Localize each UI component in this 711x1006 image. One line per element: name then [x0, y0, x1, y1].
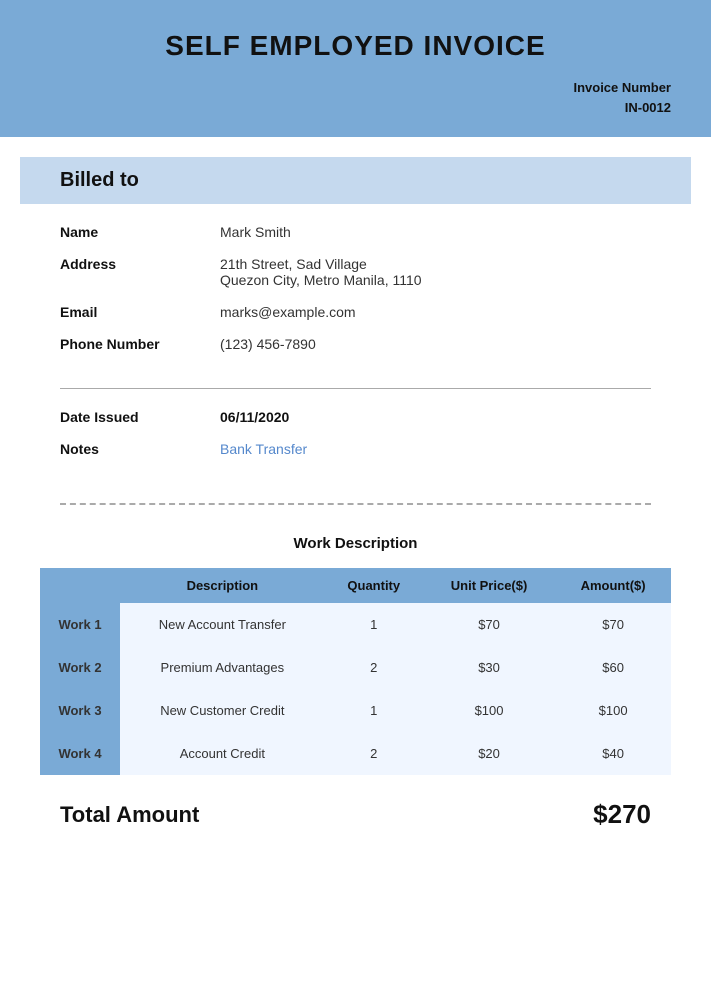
notes-label: Notes	[60, 441, 220, 457]
table-row: Work 1 New Account Transfer 1 $70 $70	[40, 603, 671, 646]
work-label-3: Work 3	[40, 689, 120, 732]
col-header-empty	[40, 568, 120, 603]
phone-value: (123) 456-7890	[220, 336, 316, 352]
address-value: 21th Street, Sad Village Quezon City, Me…	[220, 256, 422, 288]
invoice-number-label: Invoice Number	[573, 80, 671, 95]
work-unit-price-2: $30	[423, 646, 555, 689]
work-label-4: Work 4	[40, 732, 120, 775]
col-header-amount: Amount($)	[555, 568, 671, 603]
work-quantity-1: 1	[325, 603, 423, 646]
work-amount-1: $70	[555, 603, 671, 646]
name-value: Mark Smith	[220, 224, 291, 240]
work-label-1: Work 1	[40, 603, 120, 646]
work-unit-price-1: $70	[423, 603, 555, 646]
total-row: Total Amount $270	[0, 775, 711, 860]
invoice-title: SELF EMPLOYED INVOICE	[40, 30, 671, 62]
header: SELF EMPLOYED INVOICE Invoice Number IN-…	[0, 0, 711, 137]
work-quantity-4: 2	[325, 732, 423, 775]
table-row: Work 2 Premium Advantages 2 $30 $60	[40, 646, 671, 689]
work-quantity-3: 1	[325, 689, 423, 732]
work-amount-2: $60	[555, 646, 671, 689]
work-unit-price-4: $20	[423, 732, 555, 775]
total-label: Total Amount	[60, 802, 199, 828]
invoice-number-value: IN-0012	[625, 100, 671, 115]
col-header-quantity: Quantity	[325, 568, 423, 603]
address-line2: Quezon City, Metro Manila, 1110	[220, 272, 422, 288]
email-value: marks@example.com	[220, 304, 356, 320]
date-value: 06/11/2020	[220, 409, 289, 425]
email-row: Email marks@example.com	[60, 304, 651, 320]
work-label-2: Work 2	[40, 646, 120, 689]
address-label: Address	[60, 256, 220, 272]
address-row: Address 21th Street, Sad Village Quezon …	[60, 256, 651, 288]
total-amount: $270	[593, 799, 651, 830]
work-description-3: New Customer Credit	[120, 689, 325, 732]
dashed-divider	[60, 503, 651, 505]
work-description-2: Premium Advantages	[120, 646, 325, 689]
work-table: Description Quantity Unit Price($) Amoun…	[40, 568, 671, 775]
email-label: Email	[60, 304, 220, 320]
name-row: Name Mark Smith	[60, 224, 651, 240]
work-description-4: Account Credit	[120, 732, 325, 775]
divider	[60, 388, 651, 389]
name-label: Name	[60, 224, 220, 240]
table-row: Work 3 New Customer Credit 1 $100 $100	[40, 689, 671, 732]
date-notes-block: Date Issued 06/11/2020 Notes Bank Transf…	[0, 409, 711, 483]
work-amount-4: $40	[555, 732, 671, 775]
work-unit-price-3: $100	[423, 689, 555, 732]
address-line1: 21th Street, Sad Village	[220, 256, 367, 272]
work-quantity-2: 2	[325, 646, 423, 689]
billed-to-bar: Billed to	[20, 157, 691, 204]
date-label: Date Issued	[60, 409, 220, 425]
work-description-section: Work Description Description Quantity Un…	[0, 535, 711, 775]
phone-label: Phone Number	[60, 336, 220, 352]
col-header-unit-price: Unit Price($)	[423, 568, 555, 603]
work-description-1: New Account Transfer	[120, 603, 325, 646]
billing-info: Name Mark Smith Address 21th Street, Sad…	[0, 204, 711, 378]
billed-to-title: Billed to	[60, 169, 651, 192]
date-row: Date Issued 06/11/2020	[60, 409, 651, 425]
col-header-description: Description	[120, 568, 325, 603]
notes-value: Bank Transfer	[220, 441, 307, 457]
table-header-row: Description Quantity Unit Price($) Amoun…	[40, 568, 671, 603]
work-description-title: Work Description	[40, 535, 671, 552]
notes-row: Notes Bank Transfer	[60, 441, 651, 457]
work-amount-3: $100	[555, 689, 671, 732]
invoice-number-block: Invoice Number IN-0012	[40, 78, 671, 117]
table-row: Work 4 Account Credit 2 $20 $40	[40, 732, 671, 775]
phone-row: Phone Number (123) 456-7890	[60, 336, 651, 352]
